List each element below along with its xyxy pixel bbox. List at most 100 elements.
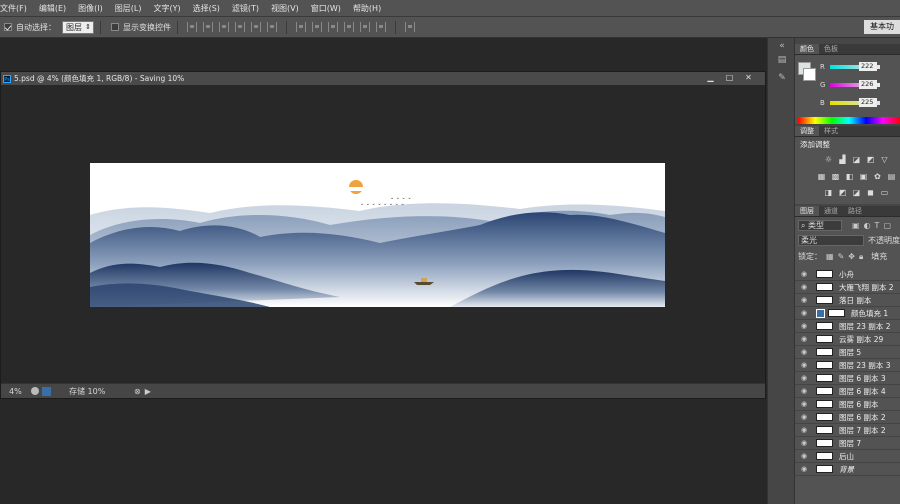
hue-saturation-icon[interactable]: ▩ (831, 172, 840, 181)
collapse-icon[interactable]: « (776, 40, 788, 52)
layer-row-selected[interactable]: ◉ 颜色填充 1 (795, 307, 900, 320)
color-balance-icon[interactable]: ◧ (845, 172, 854, 181)
align-top-icon[interactable] (187, 22, 197, 32)
layer-row[interactable]: ◉ 小舟 (795, 268, 900, 281)
distribute-bottom-icon[interactable] (328, 22, 338, 32)
history-icon[interactable]: ▤ (776, 54, 788, 66)
distribute-left-icon[interactable] (344, 22, 354, 32)
menu-view[interactable]: 视图(V) (265, 0, 305, 17)
lock-pixels-icon[interactable]: ▦ (826, 252, 834, 261)
blend-mode-dropdown[interactable]: 柔光 (798, 235, 864, 246)
align-bottom-icon[interactable] (219, 22, 229, 32)
layer-row[interactable]: ◉ 后山 (795, 450, 900, 463)
layer-row-background[interactable]: ◉ 背景 (795, 463, 900, 476)
layer-row[interactable]: ◉ 图层 6 副本 3 (795, 372, 900, 385)
tab-styles[interactable]: 样式 (819, 126, 843, 136)
menu-edit[interactable]: 编辑(E) (33, 0, 72, 17)
layer-row[interactable]: ◉ 图层 23 副本 2 (795, 320, 900, 333)
gradient-map-icon[interactable]: ▭ (880, 188, 889, 197)
layer-row[interactable]: ◉ 图层 6 副本 (795, 398, 900, 411)
canvas-area[interactable]: ⌄ ⌄ ⌄ ⌄ ⌄ ⌄ ⌄ ⌄ ⌄ ⌄ ⌄ ⌄ (1, 85, 765, 382)
posterize-icon[interactable]: ◩ (838, 188, 847, 197)
visibility-eye-icon[interactable]: ◉ (799, 361, 809, 369)
tab-color[interactable]: 颜色 (795, 44, 819, 54)
visibility-eye-icon[interactable]: ◉ (799, 439, 809, 447)
layer-row[interactable]: ◉ 图层 5 (795, 346, 900, 359)
layer-row[interactable]: ◉ 大雁飞翔 副本 2 (795, 281, 900, 294)
menu-image[interactable]: 图像(I) (72, 0, 109, 17)
black-white-icon[interactable]: ▣ (859, 172, 868, 181)
green-value[interactable]: 226 (859, 80, 877, 89)
menu-window[interactable]: 窗口(W) (305, 0, 347, 17)
zoom-level[interactable]: 4% (9, 387, 31, 396)
visibility-eye-icon[interactable]: ◉ (799, 374, 809, 382)
maximize-icon[interactable]: □ (721, 73, 738, 83)
layer-row[interactable]: ◉ 图层 6 副本 4 (795, 385, 900, 398)
workspace-switcher[interactable]: 基本功 (864, 20, 900, 34)
tab-layers[interactable]: 图层 (795, 206, 819, 216)
background-swatch[interactable] (803, 68, 816, 81)
visibility-eye-icon[interactable]: ◉ (799, 413, 809, 421)
menu-help[interactable]: 帮助(H) (347, 0, 387, 17)
auto-align-icon[interactable] (405, 22, 415, 32)
menu-type[interactable]: 文字(Y) (147, 0, 186, 17)
minimize-icon[interactable]: ▁ (702, 73, 719, 83)
distribute-right-icon[interactable] (376, 22, 386, 32)
curves-icon[interactable]: ◪ (852, 155, 861, 164)
menu-select[interactable]: 选择(S) (187, 0, 226, 17)
photo-filter-icon[interactable]: ✿ (873, 172, 882, 181)
visibility-eye-icon[interactable]: ◉ (799, 400, 809, 408)
color-spectrum[interactable] (798, 117, 900, 124)
align-vcenter-icon[interactable] (203, 22, 213, 32)
auto-select-dropdown[interactable]: 图层 (62, 20, 94, 34)
menu-file[interactable]: 文件(F) (0, 0, 33, 17)
show-transform-checkbox[interactable] (111, 23, 119, 31)
quick-mask-icon[interactable] (31, 387, 39, 395)
visibility-eye-icon[interactable]: ◉ (799, 426, 809, 434)
lock-move-icon[interactable]: ✥ (848, 252, 855, 261)
layer-row[interactable]: ◉ 图层 7 副本 2 (795, 424, 900, 437)
play-icon[interactable]: ▶ (145, 387, 151, 396)
share-icon[interactable] (42, 386, 51, 396)
invert-icon[interactable]: ◨ (824, 188, 833, 197)
distribute-top-icon[interactable] (296, 22, 306, 32)
gradient-map-icon[interactable]: ▽ (880, 155, 889, 164)
align-left-icon[interactable] (235, 22, 245, 32)
layer-row[interactable]: ◉ 云雾 副本 29 (795, 333, 900, 346)
blue-value[interactable]: 225 (859, 98, 877, 107)
visibility-eye-icon[interactable]: ◉ (799, 335, 809, 343)
visibility-eye-icon[interactable]: ◉ (799, 452, 809, 460)
layer-row[interactable]: ◉ 落日 副本 (795, 294, 900, 307)
vibrance-icon[interactable]: ▦ (817, 172, 826, 181)
visibility-eye-icon[interactable]: ◉ (799, 283, 809, 291)
distribute-vcenter-icon[interactable] (312, 22, 322, 32)
lock-paint-icon[interactable]: ✎ (838, 252, 845, 261)
lock-all-icon[interactable]: 🔒︎ (859, 252, 863, 262)
visibility-eye-icon[interactable]: ◉ (799, 348, 809, 356)
layer-row[interactable]: ◉ 图层 7 (795, 437, 900, 450)
layer-filter-dropdown[interactable]: ⌕ 类型 (798, 220, 842, 231)
cancel-icon[interactable]: ⊗ (134, 387, 141, 396)
filter-pixel-icon[interactable]: ▣ (852, 221, 860, 230)
landscape-artwork[interactable]: ⌄ ⌄ ⌄ ⌄ ⌄ ⌄ ⌄ ⌄ ⌄ ⌄ ⌄ ⌄ (90, 163, 665, 307)
visibility-eye-icon[interactable]: ◉ (799, 296, 809, 304)
visibility-eye-icon[interactable]: ◉ (799, 322, 809, 330)
tab-adjustments[interactable]: 调整 (795, 126, 819, 136)
align-hcenter-icon[interactable] (251, 22, 261, 32)
menu-layer[interactable]: 图层(L) (109, 0, 148, 17)
visibility-eye-icon[interactable]: ◉ (799, 270, 809, 278)
levels-icon[interactable]: ▟ (838, 155, 847, 164)
align-right-icon[interactable] (267, 22, 277, 32)
distribute-hcenter-icon[interactable] (360, 22, 370, 32)
document-titlebar[interactable]: Ps 5.psd @ 4% (颜色填充 1, RGB/8) - Saving 1… (1, 72, 765, 85)
tab-paths[interactable]: 路径 (843, 206, 867, 216)
filter-shape-icon[interactable]: ▢ (883, 221, 891, 230)
close-icon[interactable]: ✕ (740, 73, 757, 83)
menu-filter[interactable]: 滤镜(T) (226, 0, 265, 17)
red-value[interactable]: 222 (859, 62, 877, 71)
layer-row[interactable]: ◉ 图层 6 副本 2 (795, 411, 900, 424)
threshold-icon[interactable]: ◪ (852, 188, 861, 197)
visibility-eye-icon[interactable]: ◉ (799, 309, 809, 317)
layer-row[interactable]: ◉ 图层 23 副本 3 (795, 359, 900, 372)
tool-preset-icon[interactable]: ✎ (776, 72, 788, 84)
